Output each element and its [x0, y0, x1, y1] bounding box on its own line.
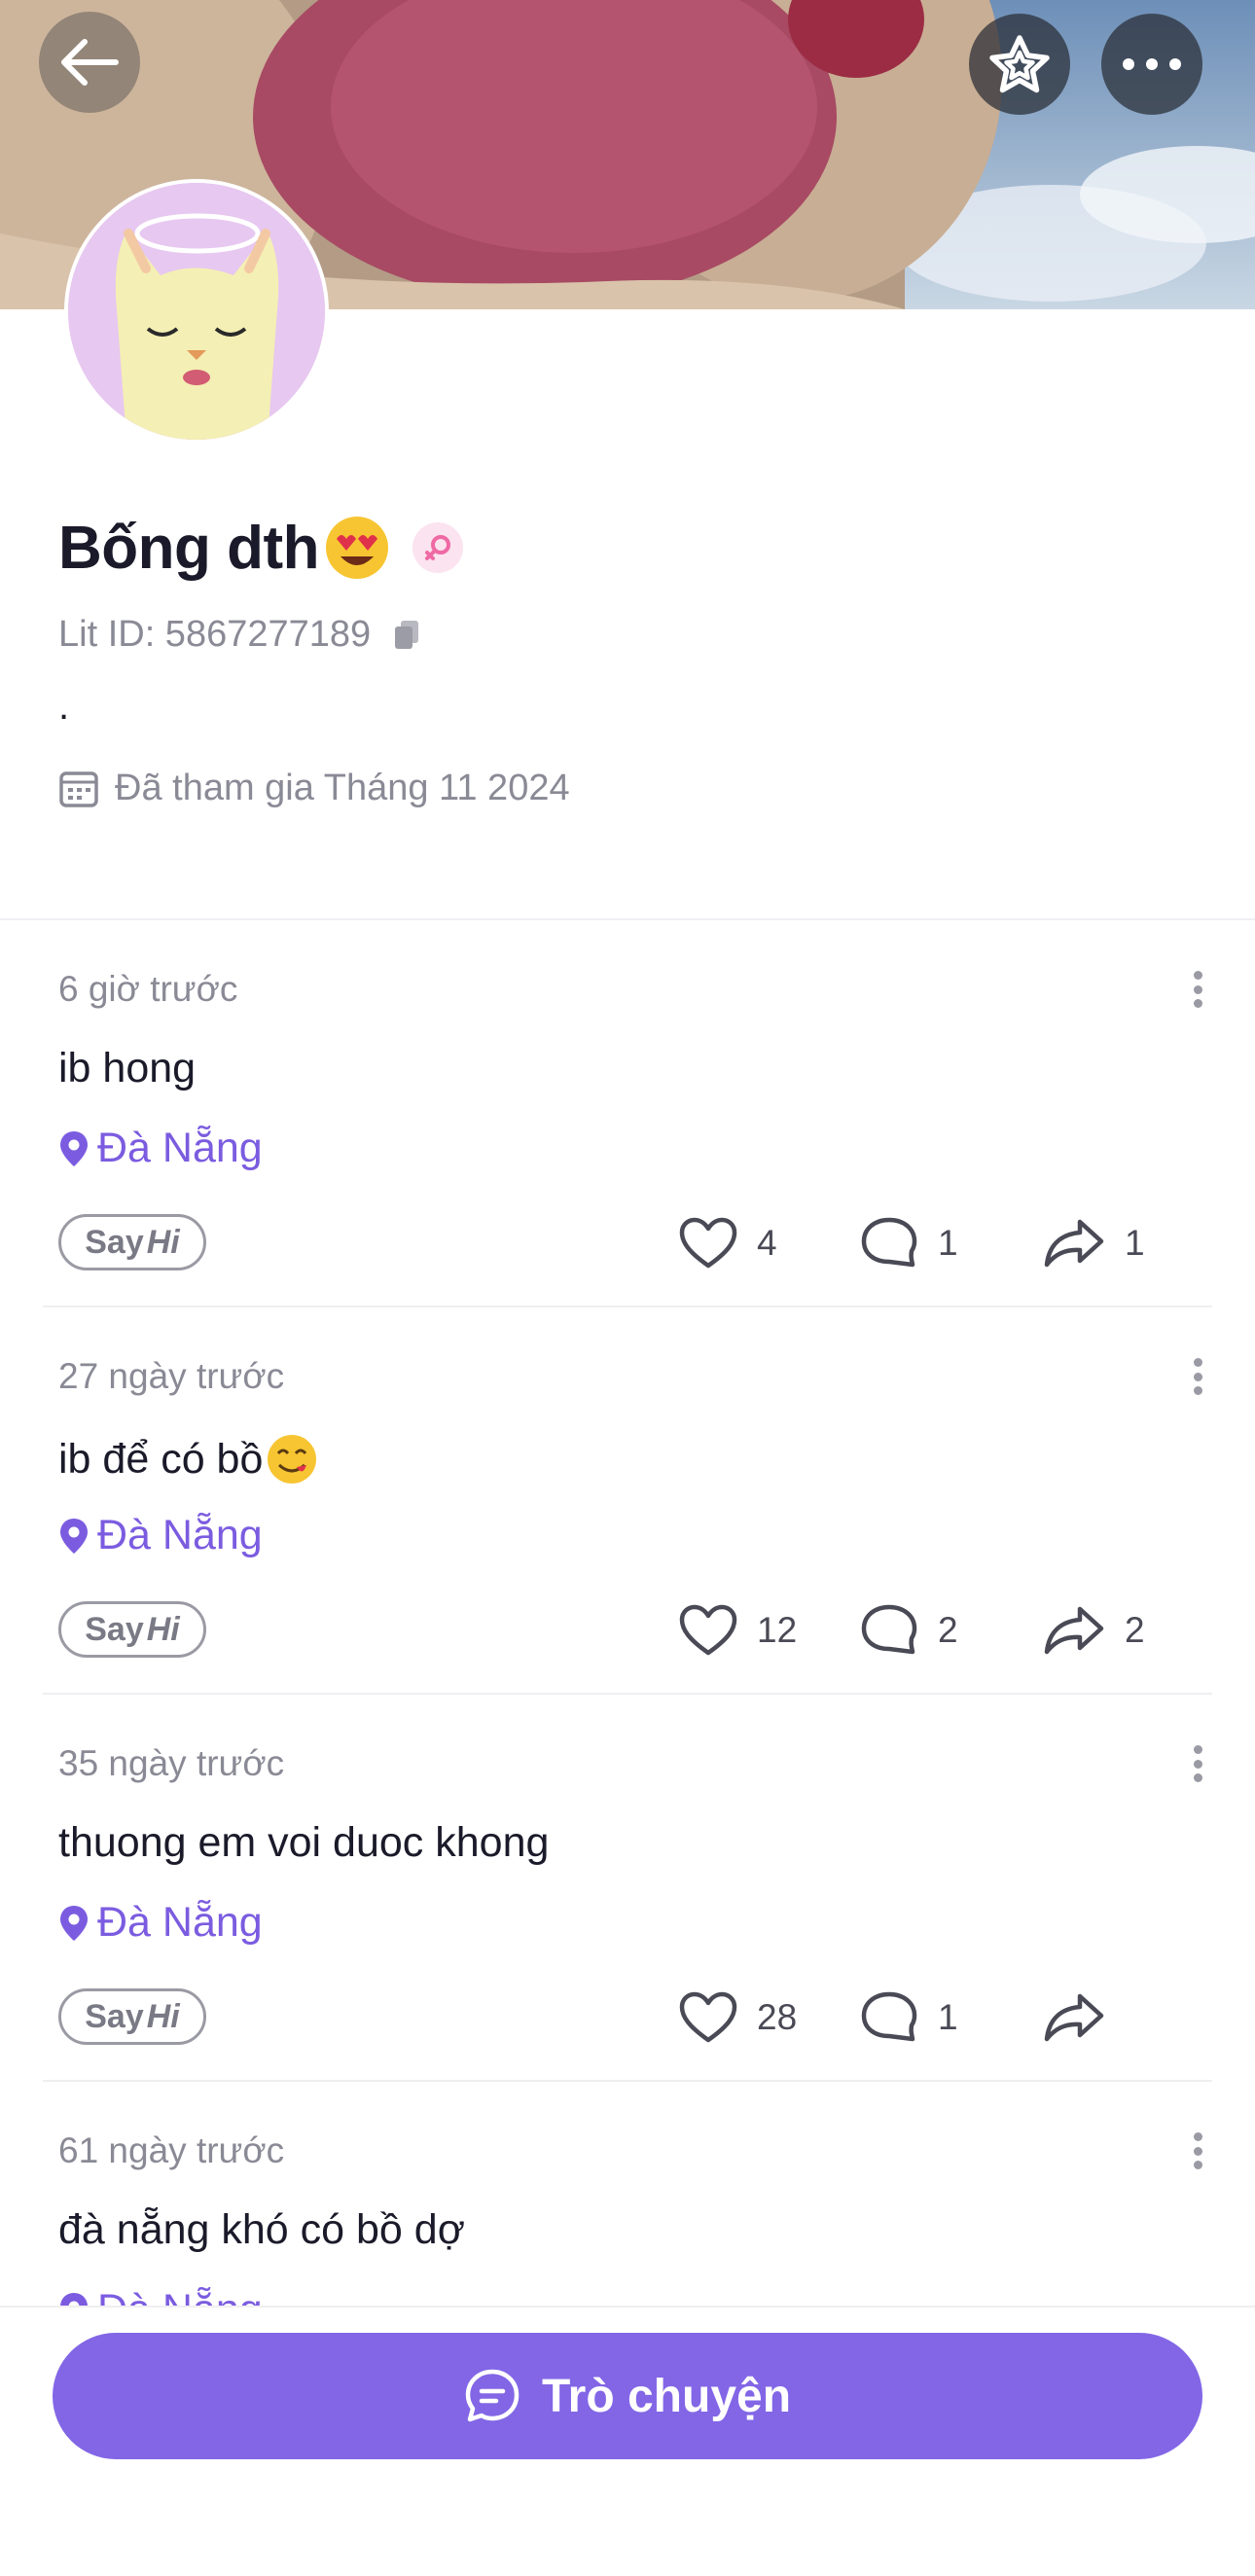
bottom-action-bar: Trò chuyện	[0, 2306, 1255, 2576]
joined-row: Đã tham gia Tháng 11 2024	[58, 759, 1197, 817]
avatar[interactable]	[64, 179, 329, 444]
chat-button[interactable]: Trò chuyện	[53, 2333, 1202, 2459]
lit-id: Lit ID: 5867277189	[58, 613, 372, 655]
profile-bio: .	[58, 685, 70, 728]
post-item[interactable]: 27 ngày trước ib để có bồ Đà Nẵng SayHi	[43, 1307, 1212, 1695]
yum-emoji-icon	[268, 1435, 317, 1484]
like-button[interactable]: 28	[679, 1986, 797, 2049]
star-icon	[989, 35, 1050, 93]
post-feed[interactable]: 6 giờ trước ib hong Đà Nẵng Say Hi 4 1 1…	[0, 920, 1255, 2469]
sayhi-button[interactable]: Say Hi	[58, 1214, 206, 1270]
female-icon	[425, 535, 451, 560]
share-button[interactable]	[1043, 1986, 1105, 2049]
more-options-button[interactable]	[1101, 14, 1202, 115]
post-time: 61 ngày trước	[58, 2130, 285, 2170]
joined-date: Đã tham gia Tháng 11 2024	[115, 767, 570, 808]
post-text: ib hong	[58, 1045, 196, 1092]
share-button[interactable]: 2	[1043, 1599, 1145, 1662]
sayhi-emphasis: Hi	[146, 1610, 180, 1648]
favorite-button[interactable]	[969, 14, 1070, 115]
like-button[interactable]: 12	[679, 1599, 797, 1662]
chat-bubble-icon	[465, 2369, 520, 2422]
share-count: 2	[1125, 1610, 1145, 1650]
copy-icon[interactable]	[392, 618, 421, 651]
post-text: thuong em voi duoc khong	[58, 1819, 549, 1867]
post-text-content: ib để có bồ	[58, 1435, 264, 1483]
heart-icon	[679, 1217, 737, 1269]
like-count: 28	[757, 1997, 798, 2037]
post-time: 35 ngày trước	[58, 1743, 285, 1783]
arrow-left-icon	[61, 39, 119, 86]
post-text-content: đà nẵng khó có bồ dợ	[58, 2206, 465, 2253]
comment-button[interactable]: 2	[860, 1599, 958, 1662]
post-location[interactable]: Đà Nẵng	[58, 1125, 263, 1172]
profile-info: Bống dth Lit ID: 5867277189 . Đã tham gi…	[58, 506, 1197, 817]
like-count: 4	[757, 1223, 777, 1263]
gender-badge	[412, 522, 464, 573]
lit-id-row: Lit ID: 5867277189	[58, 607, 1197, 662]
sayhi-emphasis: Hi	[146, 1997, 180, 2035]
post-location-label: Đà Nẵng	[97, 1899, 263, 1946]
more-horizontal-icon	[1123, 58, 1181, 70]
sayhi-label: Say	[85, 1997, 144, 2035]
share-arrow-icon	[1044, 1606, 1104, 1655]
calendar-icon	[59, 771, 98, 807]
share-arrow-icon	[1044, 1993, 1104, 2042]
comment-count: 1	[938, 1223, 958, 1263]
post-menu-icon[interactable]	[1183, 1352, 1212, 1401]
comment-count: 2	[938, 1610, 958, 1650]
avatar-illustration	[68, 183, 325, 440]
post-text: ib để có bồ	[58, 1432, 319, 1486]
heart-icon	[679, 1991, 737, 2043]
location-pin-icon	[60, 1518, 88, 1554]
post-location[interactable]: Đà Nẵng	[58, 1899, 263, 1947]
post-item[interactable]: 6 giờ trước ib hong Đà Nẵng Say Hi 4 1 1	[43, 920, 1212, 1307]
post-text: đà nẵng khó có bồ dợ	[58, 2206, 465, 2254]
comment-bubble-icon	[861, 1991, 917, 2042]
post-location-label: Đà Nẵng	[97, 1125, 263, 1171]
location-pin-icon	[60, 1130, 88, 1166]
post-menu-icon[interactable]	[1183, 965, 1212, 1014]
share-count: 1	[1125, 1223, 1145, 1263]
post-location-label: Đà Nẵng	[97, 1512, 263, 1558]
sayhi-emphasis: Hi	[146, 1223, 180, 1261]
post-time: 6 giờ trước	[58, 969, 238, 1009]
post-menu-icon[interactable]	[1183, 1739, 1212, 1788]
sayhi-label: Say	[85, 1610, 144, 1648]
back-button[interactable]	[39, 12, 140, 113]
heart-eyes-emoji-icon	[326, 517, 389, 579]
post-time: 27 ngày trước	[58, 1356, 285, 1396]
share-arrow-icon	[1044, 1219, 1104, 1268]
comment-button[interactable]: 1	[860, 1986, 958, 2049]
location-pin-icon	[60, 1905, 88, 1941]
comment-bubble-icon	[861, 1217, 917, 1268]
chat-button-label: Trò chuyện	[541, 2370, 792, 2422]
sayhi-button[interactable]: Say Hi	[58, 1601, 206, 1658]
like-button[interactable]: 4	[679, 1212, 777, 1274]
name-row: Bống dth	[58, 506, 1197, 590]
post-menu-icon[interactable]	[1183, 2127, 1212, 2175]
comment-bubble-icon	[861, 1604, 917, 1655]
sayhi-label: Say	[85, 1223, 144, 1261]
post-text-content: ib hong	[58, 1045, 197, 1091]
sayhi-button[interactable]: Say Hi	[58, 1988, 206, 2045]
share-button[interactable]: 1	[1043, 1212, 1145, 1274]
post-text-content: thuong em voi duoc khong	[58, 1819, 550, 1866]
post-item[interactable]: 35 ngày trước thuong em voi duoc khong Đ…	[43, 1695, 1212, 2082]
comment-button[interactable]: 1	[860, 1212, 958, 1274]
comment-count: 1	[938, 1997, 958, 2037]
profile-name: Bống dth	[58, 514, 320, 582]
heart-icon	[679, 1604, 737, 1656]
post-location[interactable]: Đà Nẵng	[58, 1512, 263, 1559]
like-count: 12	[757, 1610, 798, 1650]
